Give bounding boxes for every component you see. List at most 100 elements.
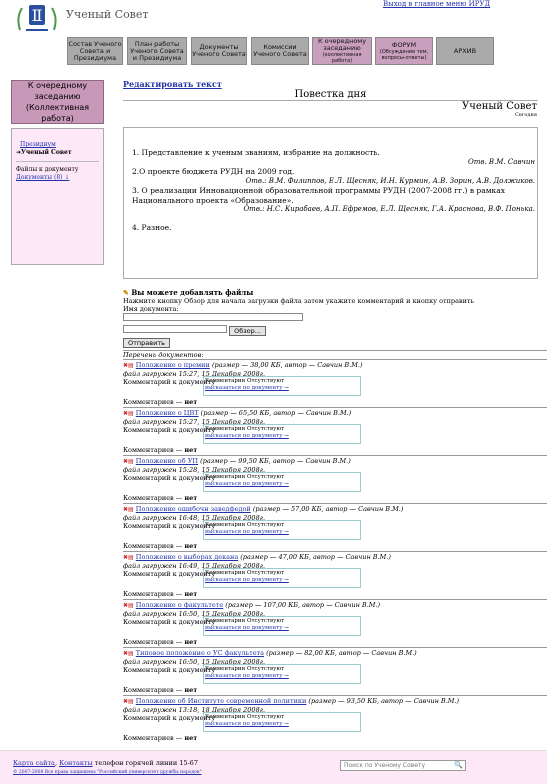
comment-box: Комментарии Отсутствуют высказаться по до… — [203, 568, 361, 588]
document-meta: (размер — 57,00 КБ, автор — Савчин В.М.) — [252, 505, 404, 513]
main-menu-link[interactable]: Выход в главное меню ИРУД — [383, 0, 490, 8]
comment-count: нет — [184, 638, 198, 646]
no-comments-text: Комментарии Отсутствуют — [205, 570, 285, 576]
document-link[interactable]: Положение об Институте современной полит… — [136, 697, 307, 705]
section-title-box: К очередному заседанию (Коллективная раб… — [11, 80, 104, 124]
edit-text-link[interactable]: Редактировать текст — [123, 79, 222, 89]
nav-work-plan[interactable]: План работы Ученого Совета и Президиума — [127, 37, 187, 65]
doc-name-input[interactable] — [123, 313, 303, 321]
document-entry: ✖▤ Положение об Институте современной по… — [123, 695, 547, 743]
nav-next-meeting[interactable]: К очередному заседанию (коллективная рабо… — [312, 37, 372, 65]
document-meta: (размер — 47,00 КБ, автор — Савчин В.М.) — [240, 553, 391, 561]
document-entry: ✖▤ Положение о ЦВТ (размер — 65,50 КБ, а… — [123, 407, 547, 455]
comment-box: Комментарии Отсутствуют высказаться по до… — [203, 376, 361, 396]
agenda-responsible: Отв.: Н.С. Кирабаев, А.П. Ефремов, Е.Л. … — [243, 205, 535, 213]
comment-box: Комментарии Отсутствуют высказаться по до… — [203, 664, 361, 684]
document-link[interactable]: Положение о выборах декана — [136, 553, 238, 561]
files-section: ✎ Вы можете добавлять файлы Нажмите кноп… — [123, 289, 547, 743]
speak-link[interactable]: высказаться по документу → — [205, 721, 289, 727]
file-icon: ▤ — [128, 602, 134, 609]
document-meta: (размер — 38,00 КБ, автор — Савчин В.М.) — [211, 361, 363, 369]
search-icon: 🔍 — [454, 761, 463, 769]
nav-archive[interactable]: АРХИВ — [436, 37, 494, 65]
upload-instructions: Нажмите кнопку Обзор для начала загрузки… — [123, 297, 475, 305]
speak-link[interactable]: высказаться по документу → — [205, 433, 289, 439]
speak-link[interactable]: высказаться по документу → — [205, 625, 289, 631]
speak-link[interactable]: высказаться по документу → — [205, 673, 289, 679]
agenda-box: 1. Представление к ученым званиям, избра… — [123, 127, 538, 279]
document-entry: ✖▤ Положение об УП (размер — 99,50 КБ, а… — [123, 455, 547, 503]
document-meta: (размер — 99,50 КБ, автор — Савчин В.М.) — [200, 457, 351, 465]
file-icon: ▤ — [128, 362, 134, 369]
no-comments-text: Комментарии Отсутствуют — [205, 666, 285, 672]
speak-link[interactable]: высказаться по документу → — [205, 577, 289, 583]
file-icon: ▤ — [128, 650, 134, 657]
agenda-item: 3. О реализации Инновационной образовате… — [132, 186, 505, 205]
comment-count-label: Комментариев — — [123, 734, 183, 742]
agenda-title: Повестка дня — [294, 89, 367, 100]
upload-icon: ✎ — [123, 288, 129, 297]
agenda-responsible: Отв.: В.М. Филиппов, Е.Л. Щесняк, И.Н. К… — [245, 176, 535, 185]
comment-count-label: Комментариев — — [123, 446, 183, 454]
file-icon: ▤ — [128, 458, 134, 465]
document-link[interactable]: Типовое положение о УС факультета — [136, 649, 264, 657]
nav-council-composition[interactable]: Состав Ученого Совета и Президиума — [67, 37, 123, 65]
no-comments-text: Комментарии Отсутствуют — [205, 522, 285, 528]
no-comments-text: Комментарии Отсутствуют — [205, 714, 285, 720]
file-icon: ▤ — [128, 410, 134, 417]
comment-count: нет — [184, 590, 198, 598]
comment-box: Комментарии Отсутствуют высказаться по до… — [203, 472, 361, 492]
upload-header: Вы можете добавлять файлы — [131, 288, 254, 297]
document-entry: ✖▤ Положение о факультете (размер — 107,… — [123, 599, 547, 647]
file-icon: ▤ — [128, 506, 134, 513]
comment-box: Комментарии Отсутствуют высказаться по до… — [203, 712, 361, 732]
comment-count-label: Комментариев — — [123, 590, 183, 598]
send-button[interactable]: Отправить — [123, 338, 170, 348]
sitemap-link[interactable]: Карта сайта — [13, 759, 55, 767]
hotline-text: телефон горячей линии 15-67 — [94, 759, 198, 767]
nav-commissions[interactable]: Комиссии Ученого Совета — [251, 37, 309, 65]
copyright-text: © 2007-2008 Все права защищены "Российск… — [13, 770, 202, 775]
comment-count-label: Комментариев — — [123, 494, 183, 502]
comment-count-label: Комментариев — — [123, 638, 183, 646]
document-link[interactable]: Положение об УП — [136, 457, 198, 465]
comment-box: Комментарии Отсутствуют высказаться по до… — [203, 520, 361, 540]
agenda-item: 1. Представление к ученым званиям, избра… — [132, 148, 380, 157]
comment-box: Комментарии Отсутствуют высказаться по до… — [203, 616, 361, 636]
files-label: Файлы к документу — [16, 166, 79, 173]
left-sidebar: Президиум ➔Ученый Совет Файлы к документ… — [11, 128, 104, 265]
speak-link[interactable]: высказаться по документу → — [205, 481, 289, 487]
doc-list-label: Перечень документов: — [123, 350, 547, 359]
rudn-logo: Ⅱ — [17, 5, 57, 31]
document-meta: (размер — 65,50 КБ, автор — Савчин В.М.) — [200, 409, 352, 417]
speak-link[interactable]: высказаться по документу → — [205, 385, 289, 391]
document-entry: ✖▤ Положение о выборах декана (размер — … — [123, 551, 547, 599]
sidebar-item-council[interactable]: ➔Ученый Совет — [16, 149, 99, 157]
comment-count: нет — [184, 542, 198, 550]
no-comments-text: Комментарии Отсутствуют — [205, 426, 285, 432]
document-link[interactable]: Положение о факультете — [136, 601, 223, 609]
speak-link[interactable]: высказаться по документу → — [205, 529, 289, 535]
sidebar-item-presidium[interactable]: Президиум — [20, 141, 56, 148]
comment-count-label: Комментариев — — [123, 398, 183, 406]
no-comments-text: Комментарии Отсутствуют — [205, 618, 285, 624]
document-entry: ✖▤ Положение ошибочн заведфедой (размер … — [123, 503, 547, 551]
documents-link[interactable]: Документы (8) ↓ — [16, 174, 69, 181]
browse-button[interactable]: Обзор... — [229, 326, 266, 336]
agenda-item: 4. Разное. — [132, 222, 172, 232]
comment-count: нет — [184, 686, 198, 694]
comment-count-label: Комментариев — — [123, 686, 183, 694]
contacts-link[interactable]: Контакты — [59, 759, 93, 767]
document-meta: (размер — 82,00 КБ, автор — Савчин В.М.) — [266, 649, 417, 657]
agenda-item: 2.О проекте бюджета РУДН на 2009 год. — [132, 167, 295, 176]
document-link[interactable]: Положение о премии — [136, 361, 210, 369]
document-link[interactable]: Положение о ЦВТ — [136, 409, 199, 417]
comment-count: нет — [184, 494, 198, 502]
search-input[interactable]: Поиск по Ученому Совету 🔍 — [340, 760, 466, 771]
document-meta: (размер — 93,50 КБ, автор — Савчин В.М.) — [308, 697, 460, 705]
nav-documents[interactable]: Документы Ученого Совета — [191, 37, 247, 65]
file-path-input[interactable] — [123, 324, 227, 333]
nav-forum[interactable]: ФОРУМ (Обсуждение тем, вопросы-ответы) — [375, 37, 433, 65]
council-title: Ученый Совет — [462, 101, 537, 112]
document-link[interactable]: Положение ошибочн заведфедой — [136, 505, 251, 513]
